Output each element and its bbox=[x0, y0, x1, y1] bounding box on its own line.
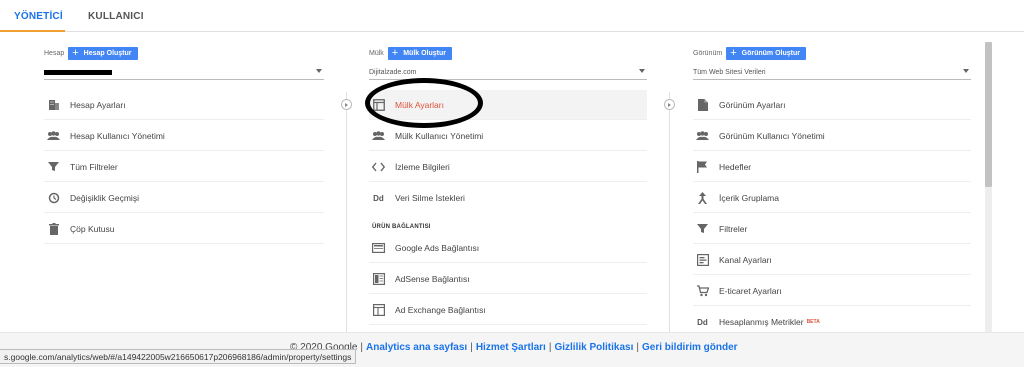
google-ads-linking-item[interactable]: Google Ads Bağlantısı bbox=[369, 233, 647, 263]
view-user-management-item[interactable]: Görünüm Kullanıcı Yönetimi bbox=[693, 121, 971, 151]
trash-item[interactable]: Çöp Kutusu bbox=[44, 214, 324, 244]
admin-tabs: YÖNETİCİ KULLANICI bbox=[0, 0, 1024, 32]
redacted-account-name bbox=[44, 70, 112, 75]
privacy-link[interactable]: Gizlilik Politikası bbox=[554, 342, 633, 353]
building-icon bbox=[47, 98, 60, 111]
status-url-bar: s.google.com/analytics/web/#/a149422005w… bbox=[0, 349, 357, 364]
account-label: Hesap bbox=[44, 49, 65, 57]
ad-exchange-linking-item[interactable]: Ad Exchange Bağlantısı bbox=[369, 295, 647, 325]
tracking-info-item[interactable]: İzleme Bilgileri bbox=[369, 152, 647, 182]
create-view-button[interactable]: + Görünüm Oluştur bbox=[726, 46, 806, 60]
view-filters-item[interactable]: Filtreler bbox=[693, 214, 971, 244]
change-history-item[interactable]: Değişiklik Geçmişi bbox=[44, 183, 324, 213]
chevron-down-icon bbox=[639, 69, 645, 73]
channel-icon bbox=[696, 253, 709, 266]
people-icon bbox=[696, 129, 709, 142]
create-account-button[interactable]: + Hesap Oluştur bbox=[68, 46, 138, 60]
footer-links: © 2020 Google | Analytics ana sayfası | Hizm… bbox=[290, 342, 738, 353]
adsense-linking-item[interactable]: AdSense Bağlantısı bbox=[369, 264, 647, 294]
all-filters-item[interactable]: Tüm Filtreler bbox=[44, 152, 324, 182]
active-tab-indicator bbox=[0, 30, 65, 32]
account-user-management-item[interactable]: Hesap Kullanıcı Yönetimi bbox=[44, 121, 324, 151]
beta-badge: BETA bbox=[806, 319, 820, 325]
ads-icon bbox=[372, 241, 385, 254]
tab-yonetici[interactable]: YÖNETİCİ bbox=[14, 11, 63, 22]
analytics-home-link[interactable]: Analytics ana sayfası bbox=[366, 342, 467, 353]
people-icon bbox=[47, 129, 60, 142]
chevron-down-icon bbox=[963, 69, 969, 73]
column-divider bbox=[346, 92, 347, 332]
send-feedback-link[interactable]: Geri bildirim gönder bbox=[642, 342, 738, 353]
flag-icon bbox=[696, 160, 709, 173]
property-label: Mülk bbox=[369, 49, 384, 57]
chevron-down-icon bbox=[316, 69, 322, 73]
plus-icon: + bbox=[730, 46, 737, 59]
document-icon bbox=[696, 98, 709, 111]
scrollbar-thumb[interactable] bbox=[985, 42, 992, 187]
connector-arrow-icon bbox=[664, 99, 675, 110]
trash-icon bbox=[47, 222, 60, 235]
ecommerce-settings-item[interactable]: E-ticaret Ayarları bbox=[693, 276, 971, 306]
terms-link[interactable]: Hizmet Şartları bbox=[476, 342, 546, 353]
account-settings-item[interactable]: Hesap Ayarları bbox=[44, 90, 324, 120]
grouping-icon bbox=[696, 191, 709, 204]
dd-icon: Dd bbox=[697, 317, 708, 327]
plus-icon: + bbox=[72, 46, 79, 59]
column-divider bbox=[669, 92, 670, 332]
account-selector[interactable] bbox=[44, 66, 324, 80]
product-linking-section-title: ÜRÜN BAĞLANTISI bbox=[372, 224, 431, 230]
view-settings-item[interactable]: Görünüm Ayarları bbox=[693, 90, 971, 120]
create-property-button[interactable]: + Mülk Oluştur bbox=[387, 46, 452, 60]
content-grouping-item[interactable]: İçerik Gruplama bbox=[693, 183, 971, 213]
view-selector[interactable]: Tüm Web Sitesi Verileri bbox=[693, 66, 971, 80]
filter-icon bbox=[696, 222, 709, 235]
highlight-ellipse bbox=[365, 78, 483, 128]
tab-kullanici[interactable]: KULLANICI bbox=[88, 11, 144, 22]
adsense-icon bbox=[372, 272, 385, 285]
data-deletion-requests-item[interactable]: Dd Veri Silme İstekleri bbox=[369, 183, 647, 213]
channel-settings-item[interactable]: Kanal Ayarları bbox=[693, 245, 971, 275]
history-icon bbox=[47, 191, 60, 204]
goals-item[interactable]: Hedefler bbox=[693, 152, 971, 182]
dd-icon: Dd bbox=[373, 193, 384, 203]
cart-icon bbox=[696, 284, 709, 297]
code-icon bbox=[372, 160, 385, 173]
people-icon bbox=[372, 129, 385, 142]
view-label: Görünüm bbox=[693, 49, 723, 57]
plus-icon: + bbox=[391, 46, 399, 59]
connector-arrow-icon bbox=[341, 99, 352, 110]
adexchange-icon bbox=[372, 303, 385, 316]
filter-icon bbox=[47, 160, 60, 173]
